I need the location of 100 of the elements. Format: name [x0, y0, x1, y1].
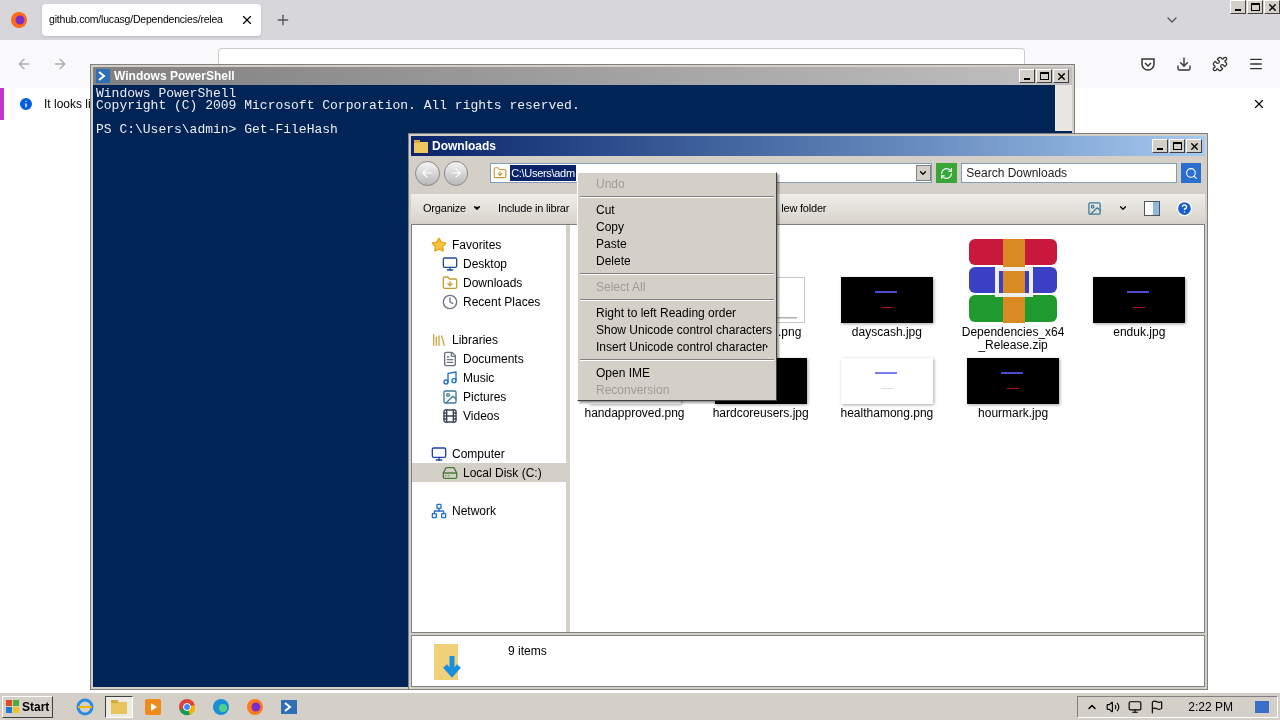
- menu-item[interactable]: Copy: [580, 218, 774, 235]
- download-icon[interactable]: [1176, 56, 1192, 72]
- maximize-button[interactable]: [1247, 0, 1263, 14]
- scrollbar[interactable]: [1055, 85, 1072, 131]
- view-icon[interactable]: [1087, 200, 1102, 216]
- close-button[interactable]: [1264, 0, 1280, 14]
- download-folder-icon: [493, 166, 508, 180]
- menu-item[interactable]: Delete: [580, 252, 774, 269]
- close-icon: [1266, 1, 1278, 13]
- sidebar-group[interactable]: Network: [412, 501, 566, 520]
- monitor-icon: [442, 255, 458, 272]
- minimize-button[interactable]: [1019, 69, 1035, 83]
- search-button[interactable]: [1181, 163, 1201, 183]
- sidebar-group[interactable]: Computer: [412, 444, 566, 463]
- minimize-button[interactable]: [1152, 139, 1168, 153]
- puzzle-icon[interactable]: [1212, 56, 1228, 72]
- close-icon: [1055, 70, 1067, 82]
- sidebar-group[interactable]: Favorites: [412, 235, 566, 254]
- close-button[interactable]: [1186, 139, 1202, 153]
- file-name[interactable]: hardcoreusers.jpg: [712, 407, 809, 434]
- toolbar-button[interactable]: Organize: [423, 199, 483, 217]
- film-icon: [442, 407, 458, 424]
- forward-icon: [448, 166, 463, 180]
- submenu-arrow-icon: [766, 343, 768, 350]
- tab-title: github.com/lucasg/Dependencies/relea: [49, 12, 224, 28]
- notification-text: It looks li: [44, 96, 91, 113]
- folder-icon: [414, 139, 428, 153]
- refresh-icon: [940, 166, 954, 180]
- new-tab-icon[interactable]: [275, 12, 291, 28]
- sidebar-item[interactable]: Pictures: [412, 387, 566, 406]
- menu-item[interactable]: Cut: [580, 201, 774, 218]
- toolbar-button[interactable]: Include in librar: [498, 199, 570, 217]
- taskbar-app-icon[interactable]: [105, 695, 134, 718]
- dropdown-button[interactable]: [915, 165, 931, 181]
- help-icon[interactable]: [1176, 199, 1193, 217]
- start-button[interactable]: Start: [2, 695, 54, 718]
- star-icon: [431, 236, 447, 253]
- flag-icon[interactable]: [1150, 699, 1165, 714]
- close-button[interactable]: [1053, 69, 1069, 83]
- download-folder-icon: [442, 274, 458, 291]
- caret-icon: [472, 203, 483, 213]
- sidebar-item[interactable]: Documents: [412, 349, 566, 368]
- file-name[interactable]: handapproved.png: [584, 407, 685, 434]
- file-name[interactable]: Dependencies_x64 _Release.zip: [961, 326, 1065, 353]
- sidebar-group[interactable]: Libraries: [412, 330, 566, 349]
- minimize-button[interactable]: [1230, 0, 1246, 14]
- menu-item[interactable]: Right to left Reading order: [580, 304, 774, 321]
- speaker-icon[interactable]: [1106, 699, 1121, 714]
- file-name[interactable]: hourmark.jpg: [978, 407, 1049, 434]
- monitor-icon: [431, 445, 447, 462]
- library-icon: [431, 331, 447, 348]
- network-status-icon[interactable]: [1128, 699, 1143, 714]
- file-name[interactable]: enduk.jpg: [1113, 326, 1166, 353]
- sidebar-item[interactable]: Desktop: [412, 254, 566, 273]
- menu-item[interactable]: Show Unicode control characters: [580, 321, 774, 338]
- caret-icon: [918, 168, 929, 178]
- console-line: Windows PowerShell: [96, 88, 238, 100]
- back-button[interactable]: [415, 160, 440, 186]
- maximize-button[interactable]: [1169, 139, 1185, 153]
- maximize-button[interactable]: [1036, 69, 1052, 83]
- menu-item[interactable]: Paste: [580, 235, 774, 252]
- toolbar-button[interactable]: lew folder: [781, 199, 827, 217]
- console-line: Copyright (C) 2009 Microsoft Corporation. All rights reserved.: [96, 100, 581, 112]
- menu-icon[interactable]: [1248, 56, 1264, 72]
- show-desktop-button[interactable]: [1255, 700, 1269, 713]
- firefox-logo-icon: [10, 11, 28, 29]
- console-prompt: PS C:\Users\admin> Get-FileHash: [96, 124, 339, 136]
- close-icon[interactable]: [240, 13, 254, 27]
- pocket-icon[interactable]: [1140, 56, 1156, 72]
- item-count: 9 items: [508, 643, 547, 660]
- search-icon: [1184, 166, 1198, 180]
- sidebar-item[interactable]: Videos: [412, 406, 566, 425]
- music-note-icon: [442, 369, 458, 386]
- window-title: Downloads: [432, 138, 497, 155]
- preview-pane-icon[interactable]: [1144, 200, 1160, 216]
- clock-icon: [442, 293, 458, 310]
- file-name[interactable]: healthamong.png: [840, 407, 934, 434]
- close-icon: [1188, 140, 1200, 152]
- sidebar-item[interactable]: Recent Places: [412, 292, 566, 311]
- windows-logo-icon: [6, 699, 20, 714]
- menu-item[interactable]: Insert Unicode control character: [580, 338, 774, 355]
- archive-icon: [967, 239, 1060, 323]
- sidebar-item[interactable]: Music: [412, 368, 566, 387]
- sidebar-item[interactable]: Local Disk (C:): [412, 463, 566, 482]
- network-icon: [431, 502, 447, 519]
- image-icon: [442, 388, 458, 405]
- file-name[interactable]: dayscash.jpg: [851, 326, 922, 353]
- window-title: Windows PowerShell: [114, 68, 236, 85]
- sidebar-item[interactable]: Downloads: [412, 273, 566, 292]
- document-icon: [442, 350, 458, 367]
- hard-drive-icon: [442, 464, 458, 481]
- forward-button[interactable]: [443, 160, 469, 186]
- caret-icon[interactable]: [1118, 203, 1128, 213]
- powershell-icon: [96, 69, 110, 83]
- close-icon[interactable]: [1252, 97, 1266, 111]
- menu-item[interactable]: Open IME: [580, 364, 774, 381]
- clock[interactable]: 2:22 PM: [1188, 697, 1233, 716]
- back-icon: [420, 166, 435, 180]
- search-field[interactable]: Search Downloads: [961, 163, 1178, 183]
- browser-tab[interactable]: github.com/lucasg/Dependencies/relea: [42, 4, 261, 36]
